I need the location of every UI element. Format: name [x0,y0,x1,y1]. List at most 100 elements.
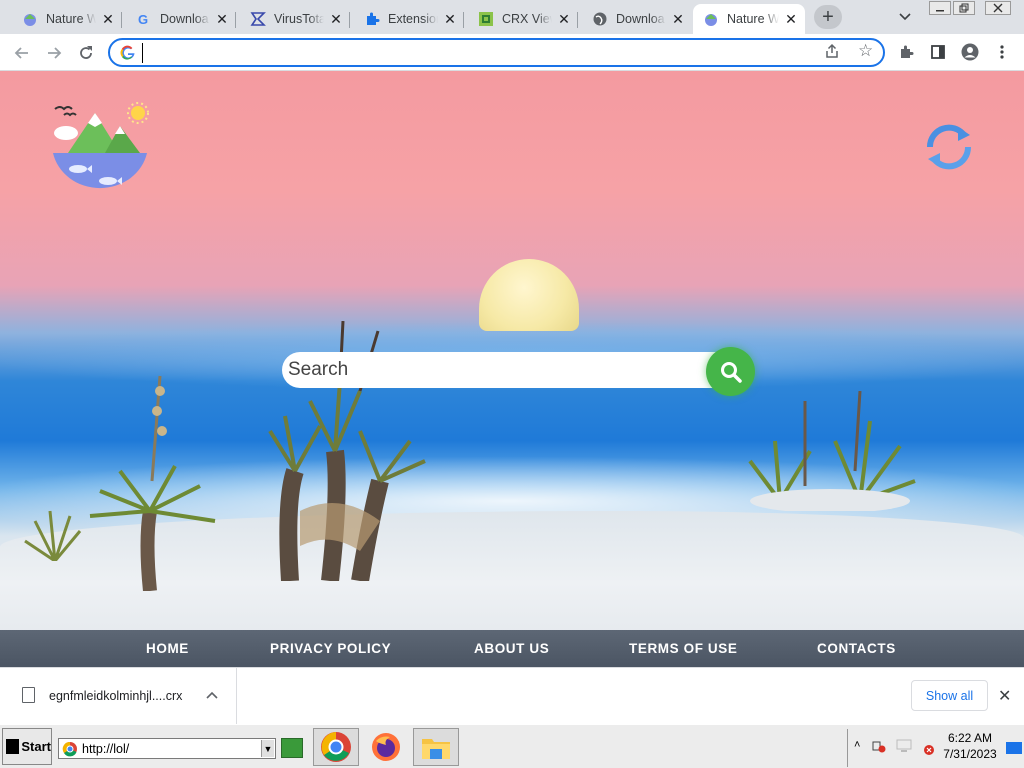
footer-link-privacy-policy[interactable]: PRIVACY POLICY [270,641,391,656]
kebab-menu-icon[interactable] [992,42,1012,62]
new-tab-button[interactable]: + [814,5,842,29]
start-button[interactable]: Start [2,728,52,765]
clock-time: 6:22 AM [947,731,993,745]
chrome-small-icon [62,741,78,757]
taskbar-chrome-app[interactable] [313,728,359,766]
tab-title: VirusTota [274,12,324,26]
grass-cluster-right [748,391,916,511]
extensions-puzzle-icon[interactable] [896,42,916,62]
download-bar: egnfmleidkolminhjl....crx Show all ✕ [0,667,1024,725]
download-item[interactable]: egnfmleidkolminhjl....crx [0,668,237,725]
moon-illustration [479,259,579,331]
globe-favicon-icon [592,11,608,27]
tab-separator [577,12,578,28]
site-logo [53,102,149,189]
crx-favicon-icon [478,11,494,27]
footer-link-about-us[interactable]: ABOUT US [474,641,549,656]
tab-strip: Nature W ✕ G Downloa ✕ VirusTota ✕ Exten… [0,0,1024,34]
close-download-bar-icon[interactable]: ✕ [998,686,1011,706]
taskbar-address-field[interactable]: http://lol/ ▼ [58,738,276,759]
forward-arrow-icon[interactable] [42,41,66,65]
start-label: Start [21,739,51,754]
tab-separator [121,12,122,28]
tab-title: Extension [388,12,438,26]
taskbar-firefox-app[interactable] [363,728,409,766]
omnibox-input[interactable] [142,43,802,63]
footer-link-home[interactable]: HOME [146,641,189,656]
share-icon[interactable] [824,43,840,63]
tab-4[interactable]: Extension ✕ [354,4,464,34]
tray-expand-icon[interactable]: ˄ [854,739,860,751]
chrome-icon [321,732,351,762]
reload-icon[interactable] [74,41,98,65]
close-tab-icon[interactable]: ✕ [670,11,686,27]
plus-icon: + [822,5,834,28]
close-tab-icon[interactable]: ✕ [214,11,230,27]
google-g-icon [120,45,136,61]
bookmark-star-icon[interactable]: ☆ [858,41,873,61]
tab-separator [235,12,236,28]
folder-icon [422,739,450,759]
close-window-button[interactable] [985,1,1011,15]
side-panel-icon[interactable] [928,42,948,62]
svg-text:G: G [138,12,148,27]
network-warning-icon[interactable] [872,739,886,753]
start-logo-icon [6,739,20,754]
footer-link-contacts[interactable]: CONTACTS [817,641,896,656]
tab-title: Nature W [727,12,779,26]
taskbar-file-explorer-app[interactable] [413,728,459,766]
tab-2[interactable]: G Downloa ✕ [126,4,236,34]
minimize-window-button[interactable] [929,1,951,15]
browser-window: Nature W ✕ G Downloa ✕ VirusTota ✕ Exten… [0,0,1024,768]
back-arrow-icon[interactable] [10,41,34,65]
os-taskbar: Start http://lol/ ▼ ˄ 6:22 AM 7/31/2023 [0,724,1024,768]
restore-window-button[interactable] [953,1,975,15]
tab-separator [349,12,350,28]
taskbar-clock[interactable]: 6:22 AM 7/31/2023 [940,730,1000,762]
address-bar[interactable]: ☆ [108,38,885,67]
tab-separator [463,12,464,28]
close-tab-icon[interactable]: ✕ [783,11,799,27]
puzzle-favicon-icon [364,11,380,27]
tab-5[interactable]: CRX View ✕ [468,4,578,34]
close-tab-icon[interactable]: ✕ [556,11,572,27]
notification-icon[interactable] [1006,741,1022,754]
show-all-downloads-button[interactable]: Show all [911,680,988,711]
tab-3[interactable]: VirusTota ✕ [240,4,350,34]
chevron-up-icon[interactable] [206,686,218,702]
firefox-icon [372,733,400,761]
close-tab-icon[interactable]: ✕ [100,11,116,27]
tab-title: CRX View [502,12,552,26]
tab-1[interactable]: Nature W ✕ [12,4,122,34]
close-tab-icon[interactable]: ✕ [328,11,344,27]
search-input[interactable] [288,359,688,381]
tab-search-chevron-down-icon[interactable] [896,9,914,25]
tab-6[interactable]: Downloa ✕ [582,4,692,34]
nature-favicon-icon [22,11,38,27]
security-alert-icon[interactable] [924,742,934,755]
refresh-background-icon[interactable] [922,123,976,171]
tab-title: Nature W [46,12,96,26]
browser-toolbar: ☆ [0,34,1024,71]
display-icon[interactable] [896,739,912,753]
grass-tuft-left [24,510,82,561]
dropdown-arrow-icon[interactable]: ▼ [261,740,274,757]
footer-link-terms-of-use[interactable]: TERMS OF USE [629,641,737,656]
download-file-name: egnfmleidkolminhjl....crx [49,689,183,703]
tab-title: Downloa [616,12,665,26]
clock-date: 7/31/2023 [943,747,997,761]
yucca-plant-left [89,375,216,591]
nature-favicon-icon [703,11,719,27]
file-icon [22,687,35,703]
footer-nav: HOME PRIVACY POLICY ABOUT US TERMS OF US… [0,630,1024,667]
google-favicon-icon: G [136,11,152,27]
tab-7-active[interactable]: Nature W ✕ [693,4,805,34]
search-icon [720,361,742,383]
search-box [282,352,718,388]
profile-avatar-icon[interactable] [960,42,980,62]
go-arrows-icon[interactable] [281,738,303,758]
close-tab-icon[interactable]: ✕ [442,11,458,27]
search-button[interactable] [706,347,755,396]
page-hero: HOME PRIVACY POLICY ABOUT US TERMS OF US… [0,71,1024,667]
tab-title: Downloa [160,12,209,26]
